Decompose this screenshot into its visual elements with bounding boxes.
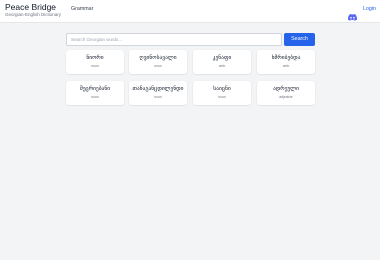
word-card-word: ხმრიბებდა [271,55,301,61]
word-card-word: ადრეული [272,86,300,92]
word-card[interactable]: საიცნი noun [193,81,251,105]
search-bar: Search [66,33,315,46]
word-card[interactable]: ნიორი noun [66,50,124,74]
login-link[interactable]: Login [363,6,376,12]
word-card-pos: noun [154,95,162,99]
word-card-word: საიცნი [213,86,231,92]
brand-title[interactable]: Peace Bridge [5,3,61,12]
word-card[interactable]: ხმრიბებდა verb [257,50,315,74]
word-card-pos: verb [282,64,290,68]
brand[interactable]: Peace Bridge Georgian-English Dictionary [5,3,61,18]
word-card-word: თანაგანცდილენდი [132,86,184,92]
discord-icon[interactable] [348,6,357,21]
word-card-pos: noun [91,95,99,99]
word-card-grid: ნიორი noun ღვინოსავალი noun კენაფი verb … [66,50,315,106]
search-button[interactable]: Search [284,33,315,46]
word-card[interactable]: ღვინოსავალი noun [129,50,187,74]
word-card-word: შეცრიებანი [79,86,111,92]
search-input[interactable] [66,33,282,46]
word-card-pos: noun [91,64,99,68]
word-card-pos: adjective [279,95,293,99]
word-card-word: კენაფი [212,55,232,61]
word-card-pos: noun [154,64,162,68]
word-card-word: ნიორი [86,55,104,61]
brand-subtitle: Georgian-English Dictionary [5,12,62,17]
word-card[interactable]: თანაგანცდილენდი noun [129,81,187,105]
word-card[interactable]: კენაფი verb [193,50,251,74]
top-header: Peace Bridge Georgian-English Dictionary… [0,0,380,23]
word-card-pos: noun [218,95,226,99]
word-card-word: ღვინოსავალი [139,55,177,61]
word-card[interactable]: შეცრიებანი noun [66,81,124,105]
word-card-pos: verb [218,64,226,68]
nav-grammar-link[interactable]: Grammar [71,6,93,12]
word-card[interactable]: ადრეული adjective [257,81,315,105]
